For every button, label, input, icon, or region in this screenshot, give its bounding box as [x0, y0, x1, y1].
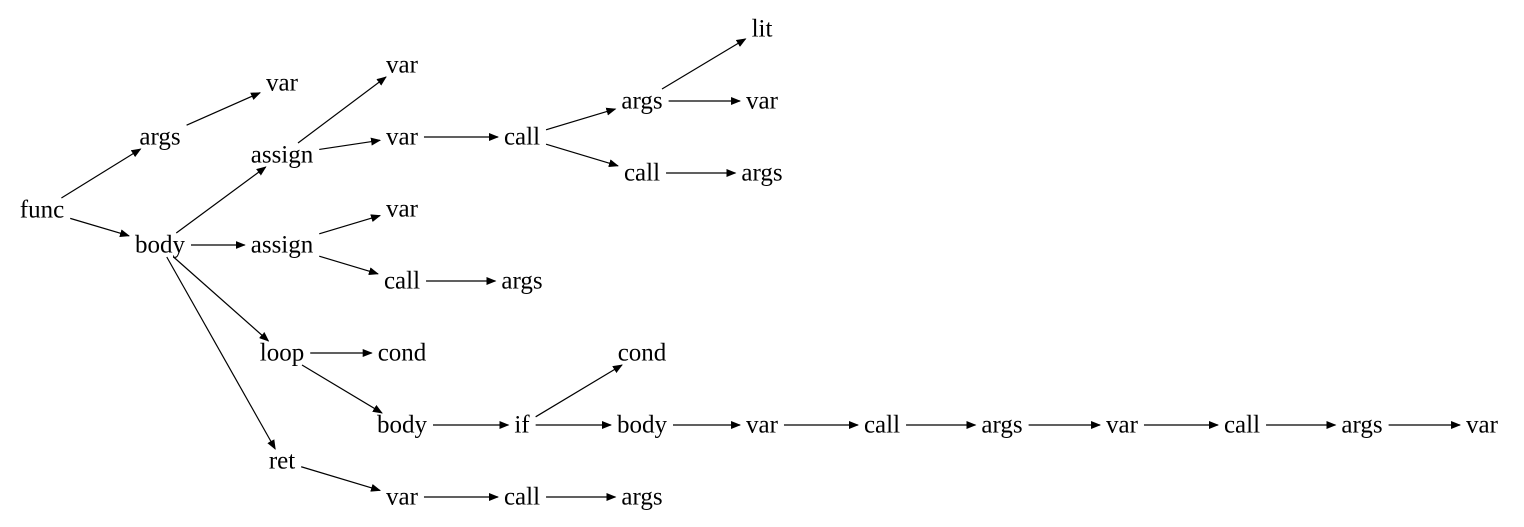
node-var_d: var — [386, 196, 419, 223]
node-func: func — [20, 197, 64, 224]
node-call_o: call — [864, 412, 900, 439]
node-body3: body — [617, 412, 668, 439]
node-if: if — [514, 412, 530, 439]
edge-body1-to-loop — [173, 256, 270, 342]
node-args_h: args — [501, 268, 542, 295]
node-var_b: var — [386, 52, 419, 79]
node-var_l: var — [746, 88, 779, 115]
edge-if-to-cond2 — [535, 364, 623, 418]
edge-args_j-to-lit — [661, 38, 747, 90]
node-assign1: assign — [251, 142, 314, 169]
edge-call_g-to-call_k — [545, 143, 619, 168]
node-call_i: call — [504, 484, 540, 511]
edge-ret-to-var_f — [301, 466, 381, 492]
node-args_m: args — [741, 160, 782, 187]
node-cond2: cond — [618, 340, 667, 367]
syntax-tree-diagram: func args body var assign assign loop ret var var… — [20, 16, 1499, 511]
node-var_t: var — [1466, 412, 1499, 439]
node-loop: loop — [260, 340, 304, 367]
node-var_f: var — [386, 484, 419, 511]
nodes-layer: func args body var assign assign loop ret var var… — [20, 16, 1499, 511]
node-call_r: call — [1224, 412, 1260, 439]
edge-body1-to-assign1 — [175, 166, 267, 234]
node-ret: ret — [269, 448, 295, 475]
node-var_n: var — [746, 412, 779, 439]
node-body2: body — [377, 412, 428, 439]
node-call_k: call — [624, 160, 660, 187]
node-body1: body — [135, 232, 186, 259]
node-var_c: var — [386, 124, 419, 151]
node-call_g: call — [504, 124, 540, 151]
node-assign2: assign — [251, 232, 314, 259]
node-args1: args — [139, 124, 180, 151]
edge-assign1-to-var_b — [297, 76, 387, 144]
node-lit: lit — [752, 16, 773, 43]
edge-loop-to-body2 — [301, 364, 383, 414]
edge-call_g-to-args_j — [545, 107, 617, 131]
edge-assign1-to-var_c — [319, 137, 382, 151]
node-args_s: args — [1341, 412, 1382, 439]
edge-assign2-to-call_e — [319, 255, 379, 276]
node-var_q: var — [1106, 412, 1139, 439]
edge-func-to-body1 — [70, 217, 130, 238]
edge-args1-to-var_a — [186, 92, 261, 126]
node-args_p: args — [981, 412, 1022, 439]
edge-assign2-to-var_d — [319, 214, 381, 235]
node-args_j: args — [621, 88, 662, 115]
node-call_e: call — [384, 268, 420, 295]
node-cond1: cond — [378, 340, 427, 367]
node-var_a: var — [266, 70, 299, 97]
node-args_u: args — [621, 484, 662, 511]
edge-func-to-args1 — [61, 148, 142, 199]
